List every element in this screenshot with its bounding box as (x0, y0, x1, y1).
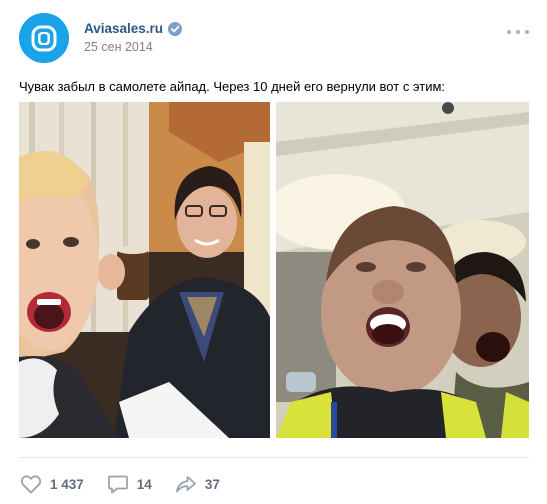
post-text: Чувак забыл в самолете айпад. Через 10 д… (19, 79, 446, 94)
more-dot (525, 30, 529, 34)
comments-count: 14 (136, 476, 152, 492)
more-horizontal-icon[interactable] (507, 27, 529, 37)
photo-selfie-two-men[interactable] (276, 102, 529, 438)
photo-grid (19, 102, 529, 438)
actions-divider (19, 457, 529, 458)
more-dot (507, 30, 511, 34)
likes-count: 1 437 (50, 476, 84, 492)
post-header: Aviasales.ru 25 сен 2014 (19, 13, 529, 63)
share-button[interactable]: 37 (174, 470, 220, 498)
like-button[interactable]: 1 437 (19, 470, 84, 498)
post-date[interactable]: 25 сен 2014 (84, 40, 153, 54)
share-arrow-icon (175, 476, 196, 493)
aviasales-logo-icon (19, 13, 69, 63)
shares-count: 37 (204, 476, 220, 492)
wall-post: Aviasales.ru 25 сен 2014 Чувак забыл в с… (0, 0, 547, 504)
post-actions: 1 437 14 37 (19, 470, 242, 498)
photo-selfie-flight-attendant[interactable] (19, 102, 270, 438)
author-name[interactable]: Aviasales.ru (84, 21, 163, 36)
comment-bubble-icon (107, 475, 128, 494)
author: Aviasales.ru (84, 21, 183, 36)
comment-button[interactable]: 14 (106, 470, 152, 498)
heart-icon (20, 475, 42, 494)
verified-check-icon (168, 21, 183, 36)
avatar[interactable] (19, 13, 69, 63)
more-dot (516, 30, 520, 34)
